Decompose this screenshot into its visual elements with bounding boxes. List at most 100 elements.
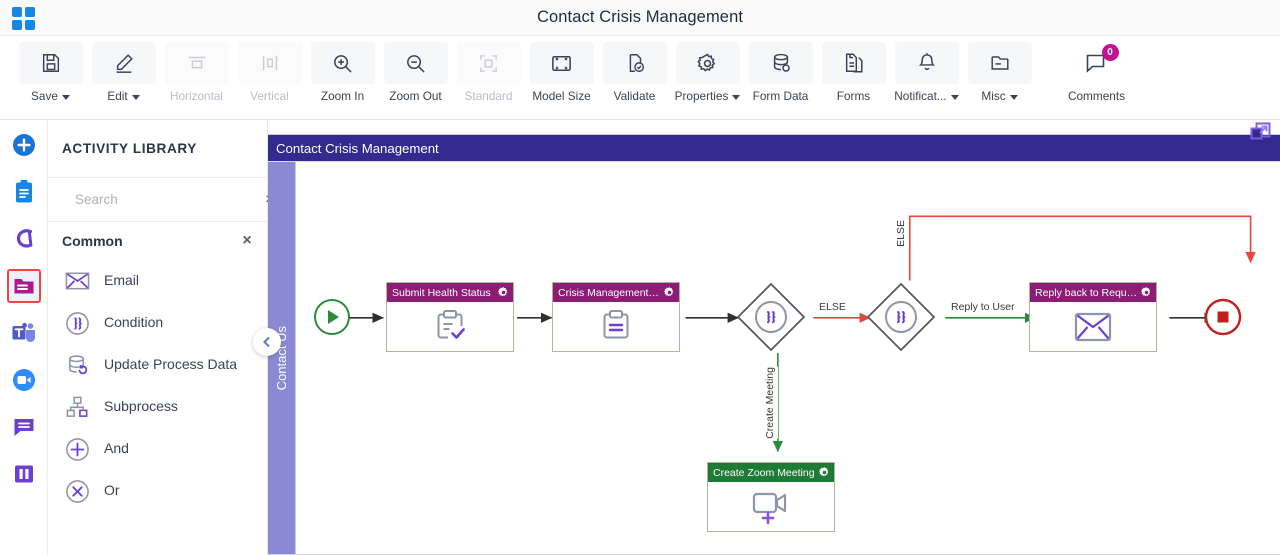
- toolbar-notifications-button[interactable]: Notificat...: [890, 42, 963, 103]
- rail-item-add-new[interactable]: [7, 128, 41, 162]
- group-header-common: Common ×: [48, 222, 267, 260]
- library-item-label: Email: [104, 272, 140, 289]
- toolbar-save-button[interactable]: Save: [14, 42, 87, 103]
- toolbar-model-size-button[interactable]: Model Size: [525, 42, 598, 103]
- model-size-icon: [529, 42, 594, 84]
- node-title: Submit Health Status: [392, 286, 491, 299]
- chat-bubble-icon: [14, 419, 33, 436]
- library-item-label: Condition: [104, 314, 164, 331]
- toolbar-standard-button[interactable]: Standard: [452, 42, 525, 103]
- document-icon: [821, 42, 886, 84]
- toolbar-zoom-in-label: Zoom In: [320, 89, 365, 103]
- bell-icon: [894, 42, 959, 84]
- task-node-submit-health-status[interactable]: Submit Health Status: [386, 282, 514, 352]
- group-clear-button[interactable]: ×: [239, 233, 255, 249]
- process-pool: Contact Crisis Management Contact Us Sub…: [268, 122, 1280, 555]
- task-node-crisis-management-team[interactable]: Crisis Management Te...: [552, 282, 680, 352]
- toolbar-comments-label: Comments: [1067, 89, 1126, 103]
- search-row: ×: [48, 178, 274, 222]
- toolbar-horizontal-button[interactable]: Horizontal: [160, 42, 233, 103]
- canvas-top-gap: [268, 120, 1280, 134]
- node-title: Crisis Management Te...: [558, 286, 661, 299]
- toolbar-forms-label: Forms: [836, 89, 871, 103]
- start-event-node[interactable]: [312, 297, 352, 342]
- gear-icon[interactable]: [664, 287, 675, 298]
- toolbar-comments-button[interactable]: 0 Comments: [1060, 42, 1133, 103]
- plus-circle-outline-icon: [64, 437, 90, 462]
- toolbar-misc-button[interactable]: Misc: [963, 42, 1036, 103]
- diagram-canvas[interactable]: Contact Crisis Management Contact Us Sub…: [268, 120, 1280, 555]
- gear-icon[interactable]: [498, 287, 509, 298]
- library-item-label: Or: [104, 482, 120, 499]
- toolbar-validate-button[interactable]: Validate: [598, 42, 671, 103]
- condition-wave-circle-icon: [64, 311, 90, 336]
- rail-item-chat[interactable]: [7, 410, 41, 444]
- toolbar-model-size-label: Model Size: [532, 89, 591, 103]
- node-title: Create Zoom Meeting: [713, 466, 815, 479]
- gear-icon[interactable]: [819, 467, 830, 478]
- panel-collapse-button[interactable]: [253, 328, 281, 356]
- rail-item-activity-library[interactable]: [6, 269, 41, 303]
- end-event-node[interactable]: [1203, 297, 1243, 342]
- node-header: Crisis Management Te...: [553, 283, 679, 302]
- node-body: [1030, 302, 1156, 351]
- node-header: Submit Health Status: [387, 283, 513, 302]
- magnifier-minus-icon: [383, 42, 448, 84]
- toolbar-properties-button[interactable]: Properties: [671, 42, 744, 103]
- database-icon: [748, 42, 813, 84]
- save-disk-icon: [18, 42, 83, 84]
- gateway-node-2[interactable]: [866, 282, 936, 352]
- toolbar-edit-button[interactable]: Edit: [87, 42, 160, 103]
- chevron-left-icon: [263, 336, 270, 348]
- chevron-down-icon[interactable]: [61, 94, 70, 100]
- rail-item-microsoft-teams[interactable]: [7, 316, 41, 350]
- rail-item-zoom[interactable]: [7, 363, 41, 397]
- video-plus-icon: [752, 492, 787, 524]
- toolbar-zoom-out-button[interactable]: Zoom Out: [379, 42, 452, 103]
- toolbar-vertical-button[interactable]: Vertical: [233, 42, 306, 103]
- chevron-down-icon[interactable]: [732, 94, 741, 100]
- rail-item-appian[interactable]: [7, 222, 41, 256]
- panel-title: ACTIVITY LIBRARY: [48, 120, 267, 178]
- library-item-label: Subprocess: [104, 398, 178, 415]
- gateway-node-1[interactable]: [736, 282, 806, 352]
- toolbar-zoom-out-label: Zoom Out: [389, 89, 442, 103]
- gear-icon[interactable]: [1141, 287, 1152, 298]
- toolbar: Save Edit Horizontal Vertical Zoom In Zo…: [0, 36, 1280, 120]
- toolbar-misc-label: Misc: [981, 89, 1006, 103]
- columns-icon: [14, 465, 33, 483]
- edge-label-create-meeting: Create Meeting: [762, 367, 778, 439]
- toolbar-zoom-in-button[interactable]: Zoom In: [306, 42, 379, 103]
- library-item-email[interactable]: Email: [48, 260, 267, 302]
- toolbar-validate-label: Validate: [613, 89, 656, 103]
- search-input[interactable]: [73, 191, 254, 208]
- library-item-subprocess[interactable]: Subprocess: [48, 386, 267, 428]
- toolbar-forms-button[interactable]: Forms: [817, 42, 890, 103]
- node-body: [553, 302, 679, 351]
- left-rail: [0, 120, 48, 555]
- pool-header: Contact Crisis Management: [268, 122, 1280, 161]
- node-body: [387, 302, 513, 351]
- chevron-down-icon[interactable]: [950, 94, 959, 100]
- expand-external-icon[interactable]: [1250, 121, 1272, 146]
- library-item-update-process-data[interactable]: Update Process Data: [48, 344, 267, 386]
- task-node-create-zoom-meeting[interactable]: Create Zoom Meeting: [707, 462, 835, 532]
- chevron-down-icon[interactable]: [1009, 94, 1018, 100]
- toolbar-form-data-button[interactable]: Form Data: [744, 42, 817, 103]
- pool-title: Contact Crisis Management: [276, 140, 439, 156]
- library-item-condition[interactable]: Condition: [48, 302, 267, 344]
- rail-item-columns[interactable]: [7, 457, 41, 491]
- toolbar-vertical-label: Vertical: [250, 89, 289, 103]
- library-item-and[interactable]: And: [48, 428, 267, 470]
- page-title: Contact Crisis Management: [536, 8, 744, 26]
- magnifier-plus-icon: [310, 42, 375, 84]
- chevron-down-icon[interactable]: [131, 94, 140, 100]
- envelope-icon: [64, 271, 90, 291]
- pool-body: Contact Us Submit Health Status Crisis M…: [268, 161, 1280, 554]
- grid-apps-icon[interactable]: [12, 7, 36, 30]
- library-item-or[interactable]: Or: [48, 470, 267, 512]
- align-horizontal-icon: [164, 42, 229, 84]
- clipboard-lines-icon: [603, 309, 629, 338]
- task-node-reply-back-to-requester[interactable]: Reply back to Reques...: [1029, 282, 1157, 352]
- rail-item-tasks[interactable]: [7, 175, 41, 209]
